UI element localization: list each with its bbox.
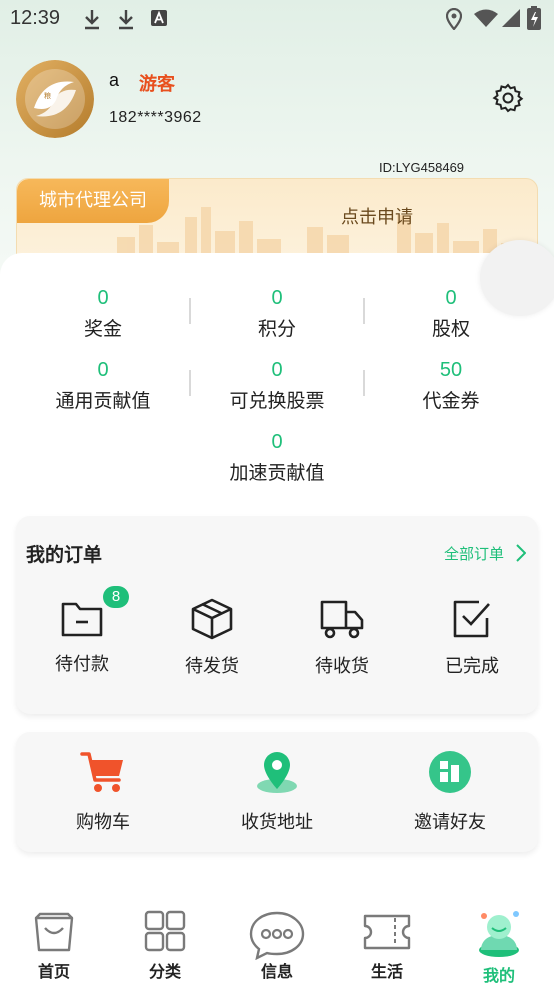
stat-bonus[interactable]: 0 奖金: [16, 284, 190, 341]
stat-label: 代金券: [422, 390, 480, 412]
order-pending-shipment[interactable]: 待发货: [152, 598, 272, 678]
invite-chart-icon: [429, 751, 471, 793]
stat-value: 0: [445, 287, 457, 309]
service-label: 收货地址: [241, 812, 313, 833]
brand-logo-icon: 粮: [16, 60, 94, 138]
service-card: 购物车 收货地址 邀请好友: [16, 732, 538, 852]
shopping-cart-icon: [80, 752, 123, 792]
status-time: 12:39: [10, 7, 61, 29]
download-icon: [85, 10, 99, 30]
nav-messages[interactable]: 信息: [232, 910, 322, 982]
stat-value: 0: [97, 359, 109, 381]
nav-label: 分类: [148, 962, 181, 981]
chat-bubble-icon: [249, 911, 305, 960]
nav-label: 信息: [260, 962, 293, 981]
chevron-right-icon[interactable]: [516, 544, 526, 562]
service-cart[interactable]: 购物车: [23, 750, 183, 834]
signal-icon: [502, 9, 520, 27]
battery-icon: [527, 6, 541, 30]
order-count-badge: 8: [103, 586, 129, 608]
stat-value: 0: [271, 359, 283, 381]
user-avatar-icon: [479, 911, 519, 957]
service-label: 购物车: [76, 812, 130, 833]
stat-label: 股权: [431, 318, 470, 340]
stat-points[interactable]: 0 积分: [190, 284, 364, 341]
nav-category[interactable]: 分类: [120, 910, 210, 982]
checkbox-icon: [453, 600, 490, 638]
phone-number: 182****3962: [109, 109, 202, 126]
order-completed[interactable]: 已完成: [412, 598, 532, 678]
nav-mine[interactable]: 我的: [454, 910, 544, 984]
order-label: 待付款: [55, 654, 109, 675]
nav-home[interactable]: 首页: [9, 910, 99, 982]
nav-life[interactable]: 生活: [342, 910, 432, 982]
stat-value: 0: [97, 287, 109, 309]
username: a: [109, 70, 120, 90]
nav-label: 我的: [482, 966, 515, 984]
order-label: 待发货: [185, 656, 239, 677]
folder-icon: [61, 602, 103, 637]
order-pending-payment[interactable]: 待付款: [22, 598, 142, 676]
stat-label: 奖金: [83, 318, 122, 340]
stat-vouchers[interactable]: 50 代金券: [364, 356, 538, 413]
stat-value: 0: [271, 431, 283, 453]
wifi-icon: [474, 9, 498, 27]
box-icon: [191, 598, 233, 640]
location-pin-icon: [257, 752, 297, 793]
stat-equity[interactable]: 0 股权: [364, 284, 538, 341]
agency-tag: 城市代理公司: [17, 179, 169, 223]
apply-button[interactable]: 点击申请: [341, 203, 413, 229]
svg-text:粮: 粮: [44, 91, 51, 100]
stat-label: 可兑换股票: [229, 390, 325, 412]
shopping-bag-icon: [34, 912, 74, 952]
download-icon: [119, 10, 133, 30]
stat-general-contribution[interactable]: 0 通用贡献值: [16, 356, 190, 413]
all-orders-link[interactable]: 全部订单: [444, 543, 504, 564]
stat-label: 加速贡献值: [229, 462, 325, 484]
order-card: 我的订单 全部订单 待付款 8 待发货 待收货 已完成: [16, 516, 538, 714]
order-label: 待收货: [315, 656, 369, 677]
location-icon: [446, 8, 462, 30]
nav-label: 首页: [37, 962, 70, 981]
service-address[interactable]: 收货地址: [197, 750, 357, 834]
nav-label: 生活: [370, 962, 403, 981]
order-label: 已完成: [445, 656, 499, 677]
user-id: ID:LYG458469: [379, 160, 465, 175]
stat-label: 积分: [257, 318, 296, 340]
ticket-icon: [363, 914, 411, 950]
stat-value: 0: [271, 287, 283, 309]
bottom-nav: 首页 分类 信息 生活 我的: [0, 898, 554, 984]
font-app-icon: [151, 10, 167, 26]
service-label: 邀请好友: [414, 812, 486, 833]
truck-icon: [320, 600, 364, 639]
order-pending-receipt[interactable]: 待收货: [282, 598, 402, 678]
status-bar: 12:39: [0, 0, 554, 38]
stat-label: 通用贡献值: [55, 390, 151, 412]
service-invite[interactable]: 邀请好友: [370, 750, 530, 834]
stat-accelerated-contribution[interactable]: 0 加速贡献值: [190, 428, 364, 485]
stat-redeemable-stocks[interactable]: 0 可兑换股票: [190, 356, 364, 413]
avatar[interactable]: 粮: [16, 60, 94, 138]
gear-icon[interactable]: [492, 82, 524, 114]
stat-value: 50: [439, 359, 463, 381]
user-role-label: 游客: [139, 74, 175, 95]
orders-title: 我的订单: [26, 544, 103, 566]
grid-icon: [144, 910, 186, 952]
